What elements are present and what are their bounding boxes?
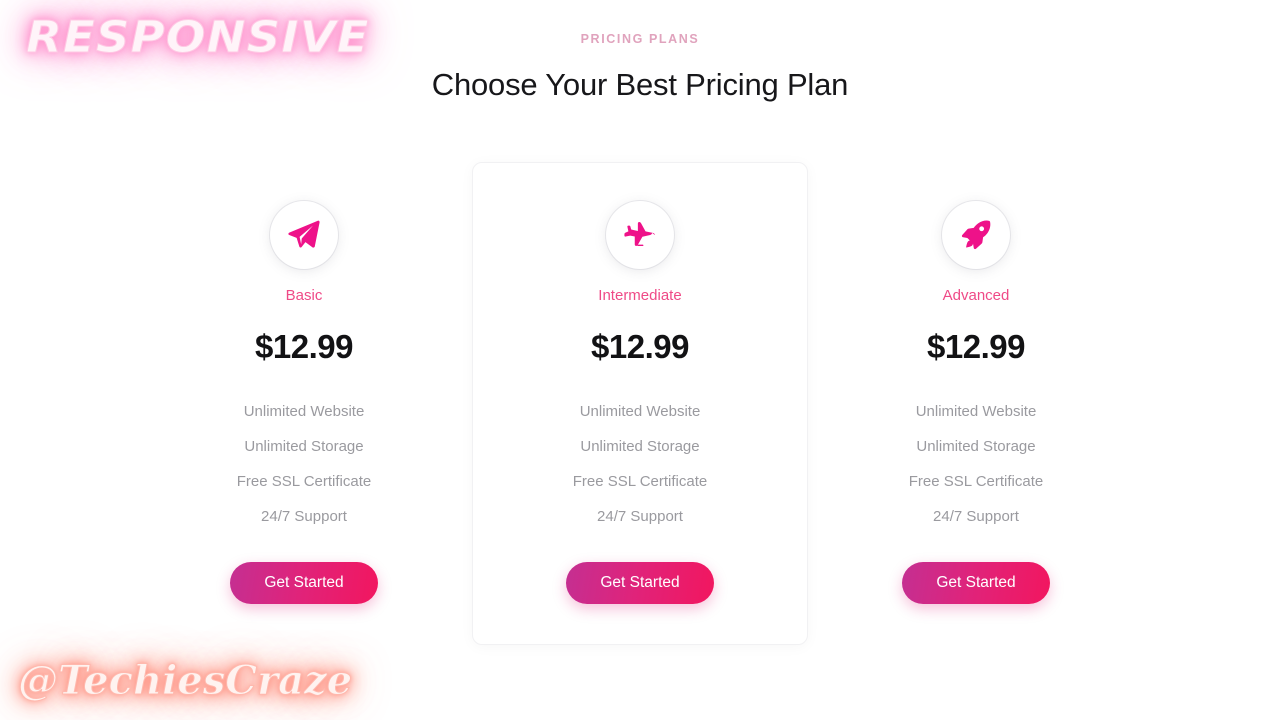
feature-item: Unlimited Website <box>579 403 701 420</box>
get-started-button[interactable]: Get Started <box>230 562 378 604</box>
section-eyebrow: PRICING PLANS <box>580 32 700 46</box>
feature-item: Unlimited Website <box>243 403 365 420</box>
pricing-card-advanced[interactable]: Advanced $12.99 Unlimited Website Unlimi… <box>808 162 1144 605</box>
plan-icon-badge <box>606 201 674 269</box>
feature-item: Free SSL Certificate <box>236 473 372 490</box>
feature-item: 24/7 Support <box>597 508 683 525</box>
feature-item: Free SSL Certificate <box>908 473 1044 490</box>
pricing-plans-row: Basic $12.99 Unlimited Website Unlimited… <box>0 162 1280 645</box>
pricing-card-intermediate[interactable]: Intermediate $12.99 Unlimited Website Un… <box>472 162 808 645</box>
plan-price: $12.99 <box>927 328 1025 365</box>
plan-name: Basic <box>285 287 323 304</box>
page-title: Choose Your Best Pricing Plan <box>431 66 849 102</box>
plan-icon-badge <box>942 201 1010 269</box>
feature-item: 24/7 Support <box>933 508 1019 525</box>
pricing-card-basic[interactable]: Basic $12.99 Unlimited Website Unlimited… <box>136 162 472 605</box>
plan-price: $12.99 <box>591 328 689 365</box>
rocket-icon <box>959 218 993 252</box>
feature-item: Free SSL Certificate <box>572 473 708 490</box>
channel-handle-watermark: @TechiesCraze <box>17 657 353 705</box>
plan-feature-list: Unlimited Website Unlimited Storage Free… <box>809 404 1143 524</box>
plan-price: $12.99 <box>255 328 353 365</box>
plan-feature-list: Unlimited Website Unlimited Storage Free… <box>137 404 471 524</box>
plan-feature-list: Unlimited Website Unlimited Storage Free… <box>473 404 807 524</box>
paper-plane-icon <box>287 218 321 252</box>
pricing-header: PRICING PLANS Choose Your Best Pricing P… <box>0 0 1280 102</box>
feature-item: 24/7 Support <box>261 508 347 525</box>
feature-item: Unlimited Storage <box>916 438 1036 455</box>
plan-icon-badge <box>270 201 338 269</box>
feature-item: Unlimited Storage <box>580 438 700 455</box>
get-started-button[interactable]: Get Started <box>902 562 1050 604</box>
get-started-button[interactable]: Get Started <box>566 562 714 604</box>
plan-name: Intermediate <box>598 287 682 304</box>
feature-item: Unlimited Website <box>915 403 1037 420</box>
feature-item: Unlimited Storage <box>244 438 364 455</box>
plan-name: Advanced <box>942 287 1010 304</box>
airplane-icon <box>623 218 657 252</box>
